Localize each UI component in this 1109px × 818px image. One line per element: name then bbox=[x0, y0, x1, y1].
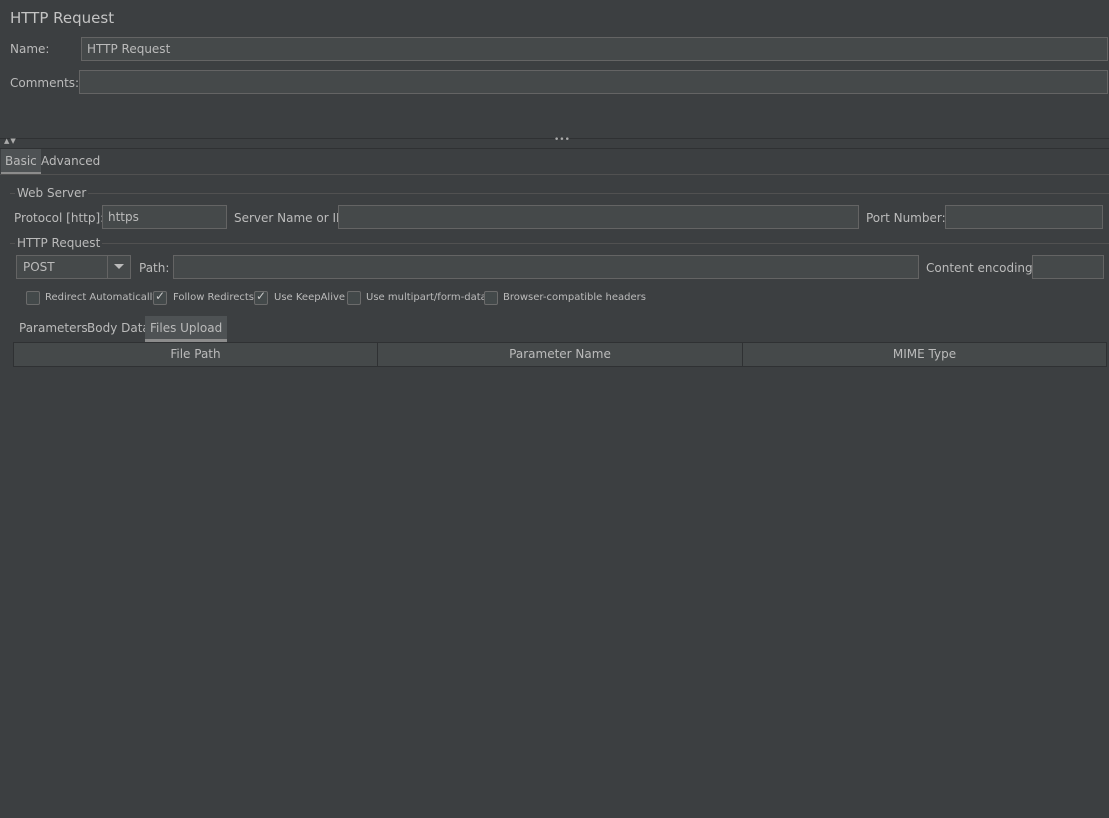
protocol-field[interactable] bbox=[102, 205, 227, 229]
redirect-automatically-label: Redirect Automatically bbox=[45, 292, 159, 303]
files-table-body[interactable] bbox=[13, 367, 1107, 807]
use-keepalive-checkbox[interactable]: ✓ bbox=[254, 289, 268, 305]
comments-field[interactable] bbox=[79, 70, 1108, 94]
http-request-group-border bbox=[10, 243, 1109, 244]
method-value: POST bbox=[23, 260, 55, 274]
path-label: Path: bbox=[139, 261, 170, 275]
checkmark-icon: ✓ bbox=[155, 289, 166, 303]
name-label: Name: bbox=[10, 42, 50, 56]
port-number-label: Port Number: bbox=[866, 211, 946, 225]
http-request-group-title: HTTP Request bbox=[15, 236, 103, 250]
use-keepalive-label: Use KeepAlive bbox=[274, 292, 346, 303]
use-multipart-label: Use multipart/form-data bbox=[366, 292, 487, 303]
tab-parameters[interactable]: Parameters bbox=[15, 316, 92, 340]
method-dropdown-button[interactable] bbox=[107, 256, 130, 278]
name-field[interactable] bbox=[81, 37, 1108, 61]
path-field[interactable] bbox=[173, 255, 919, 279]
collapse-arrows-icon[interactable]: ▲▼ bbox=[4, 137, 17, 145]
protocol-label: Protocol [http]: bbox=[14, 211, 105, 225]
tab-advanced[interactable]: Advanced bbox=[37, 149, 104, 173]
tabs-divider bbox=[0, 174, 1109, 175]
use-multipart-checkbox[interactable] bbox=[347, 291, 361, 305]
column-header-mime-type[interactable]: MIME Type bbox=[743, 343, 1106, 366]
tab-basic[interactable]: Basic bbox=[1, 149, 41, 175]
content-encoding-label: Content encoding: bbox=[926, 261, 1037, 275]
follow-redirects-label: Follow Redirects bbox=[173, 292, 254, 303]
web-server-group-border bbox=[10, 193, 1109, 194]
content-encoding-field[interactable] bbox=[1032, 255, 1104, 279]
comments-label: Comments: bbox=[10, 76, 80, 90]
method-select[interactable]: POST bbox=[16, 255, 131, 279]
tab-body-data[interactable]: Body Data bbox=[83, 316, 154, 340]
port-number-field[interactable] bbox=[945, 205, 1103, 229]
web-server-group-title: Web Server bbox=[15, 186, 89, 200]
page-title: HTTP Request bbox=[10, 9, 115, 27]
files-table-header: File Path Parameter Name MIME Type bbox=[13, 342, 1107, 367]
browser-compatible-headers-label: Browser-compatible headers bbox=[503, 292, 646, 303]
follow-redirects-checkbox[interactable]: ✓ bbox=[153, 289, 167, 305]
column-header-file-path[interactable]: File Path bbox=[14, 343, 378, 366]
column-header-parameter-name[interactable]: Parameter Name bbox=[378, 343, 743, 366]
panel-splitter[interactable]: ▲▼ ••• bbox=[0, 135, 1109, 149]
checkmark-icon: ✓ bbox=[256, 289, 267, 303]
browser-compatible-headers-checkbox[interactable] bbox=[484, 291, 498, 305]
tab-files-upload[interactable]: Files Upload bbox=[145, 316, 228, 342]
chevron-down-icon bbox=[114, 264, 124, 269]
splitter-grip-icon[interactable]: ••• bbox=[554, 135, 570, 145]
redirect-automatically-checkbox[interactable] bbox=[26, 291, 40, 305]
server-name-label: Server Name or IP: bbox=[234, 211, 348, 225]
server-name-field[interactable] bbox=[338, 205, 859, 229]
